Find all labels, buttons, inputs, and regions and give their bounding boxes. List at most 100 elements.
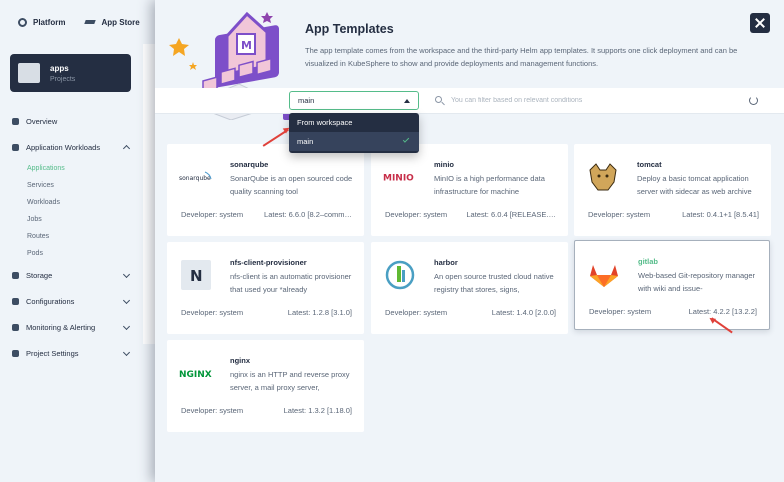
sidebar: apps Projects Overview Application Workl… — [0, 44, 143, 482]
search-box[interactable] — [427, 91, 737, 110]
app-name: sonarqube — [230, 160, 269, 169]
app-store-label: App Store — [101, 17, 140, 27]
check-icon — [402, 136, 410, 143]
dropdown-option-main[interactable]: main — [289, 132, 419, 151]
svg-text:NGINX: NGINX — [179, 370, 212, 380]
app-version: Latest: 0.4.1+1 [8.5.41] — [682, 210, 759, 219]
app-card-tomcat[interactable]: tomcat Deploy a basic tomcat application… — [574, 144, 771, 236]
app-card-nginx[interactable]: NGINX nginx nginx is an HTTP and reverse… — [167, 340, 364, 432]
workloads-icon — [12, 143, 19, 151]
close-button[interactable] — [750, 13, 770, 33]
app-developer: Developer: system — [589, 307, 652, 316]
svg-text:sonarqube: sonarqube — [179, 175, 211, 182]
chevron-down-icon — [122, 348, 131, 357]
workspace-card[interactable]: apps Projects — [10, 54, 131, 92]
gitlab-logo — [587, 257, 621, 291]
app-card-minio[interactable]: MINIO minio MinIO is a high performance … — [371, 144, 568, 236]
sidebar-item-overview[interactable]: Overview — [0, 108, 143, 134]
sidebar-item-application-workloads[interactable]: Application Workloads — [0, 134, 143, 160]
app-card-sonarqube[interactable]: sonarqube sonarqube SonarQube is an open… — [167, 144, 364, 236]
sidebar-subitem-pods[interactable]: Pods — [0, 245, 143, 262]
settings-icon — [12, 349, 19, 357]
svg-text:N: N — [190, 267, 203, 285]
app-description: Web-based Git-repository manager with wi… — [638, 271, 755, 293]
app-name: nfs-client-provisioner — [230, 258, 307, 267]
app-description: nfs-client is an automatic provisioner t… — [230, 272, 352, 294]
sidebar-subitem-services[interactable]: Services — [0, 177, 143, 194]
app-template-grid: sonarqube sonarqube SonarQube is an open… — [155, 114, 784, 482]
app-version: Latest: 1.4.0 [2.0.0] — [491, 308, 556, 317]
panel-title: App Templates — [305, 22, 394, 36]
nfs-logo: N — [179, 258, 213, 292]
app-templates-panel: M App Templates The app template comes f… — [155, 0, 784, 482]
sidebar-item-storage[interactable]: Storage — [0, 262, 143, 288]
refresh-icon[interactable] — [749, 96, 758, 105]
app-description: An open source trusted cloud native regi… — [434, 272, 554, 294]
svg-text:M: M — [241, 39, 252, 52]
sonarqube-logo: sonarqube — [179, 160, 213, 194]
workspace-name: apps — [50, 64, 69, 73]
monitoring-icon — [12, 323, 19, 331]
caret-up-icon — [404, 99, 410, 103]
configurations-icon — [12, 297, 19, 305]
gear-icon — [18, 17, 27, 27]
app-name: minio — [434, 160, 454, 169]
app-description: SonarQube is an open sourced code qualit… — [230, 174, 353, 196]
harbor-logo — [383, 258, 417, 292]
search-icon — [435, 96, 442, 103]
repository-select-value: main — [298, 96, 315, 105]
sidebar-item-monitoring[interactable]: Monitoring & Alerting — [0, 314, 143, 340]
sidebar-item-label: Overview — [26, 116, 58, 126]
platform-label: Platform — [33, 17, 66, 27]
workspace-icon — [18, 63, 40, 83]
app-version: Latest: 4.2.2 [13.2.2] — [688, 307, 757, 316]
app-developer: Developer: system — [385, 308, 448, 317]
app-developer: Developer: system — [181, 210, 244, 219]
search-input[interactable] — [451, 93, 731, 108]
dropdown-option-label: main — [297, 137, 314, 146]
app-name: tomcat — [637, 160, 662, 169]
app-developer: Developer: system — [385, 210, 448, 219]
svg-text:MINIO: MINIO — [383, 174, 414, 184]
app-name: harbor — [434, 258, 458, 267]
dropdown-option-from-workspace[interactable]: From workspace — [289, 113, 419, 132]
sidebar-menu: Overview Application Workloads Applicati… — [0, 108, 143, 366]
app-description: nginx is an HTTP and reverse proxy serve… — [230, 370, 350, 392]
nginx-logo: NGINX — [179, 356, 213, 390]
app-name: gitlab — [638, 257, 658, 266]
app-version: Latest: 1.3.2 [1.18.0] — [283, 406, 352, 415]
app-version: Latest: 6.0.4 [RELEASE.… — [466, 210, 556, 219]
sidebar-item-label: Application Workloads — [26, 142, 101, 152]
minio-logo: MINIO — [383, 160, 417, 194]
storage-icon — [12, 271, 19, 279]
sidebar-subitem-jobs[interactable]: Jobs — [0, 211, 143, 228]
repository-select[interactable]: main — [289, 91, 419, 110]
sidebar-subitem-applications[interactable]: Applications — [0, 160, 143, 177]
app-name: nginx — [230, 356, 250, 365]
app-store-nav[interactable]: App Store — [85, 18, 139, 27]
app-card-gitlab[interactable]: gitlab Web-based Git-repository manager … — [574, 240, 770, 330]
app-developer: Developer: system — [588, 210, 651, 219]
sidebar-subitem-routes[interactable]: Routes — [0, 228, 143, 245]
sidebar-item-label: Configurations — [26, 296, 75, 306]
chevron-down-icon — [122, 270, 131, 279]
sidebar-subitem-workloads[interactable]: Workloads — [0, 194, 143, 211]
app-store-icon — [85, 18, 95, 26]
sidebar-item-project-settings[interactable]: Project Settings — [0, 340, 143, 366]
repository-dropdown: From workspace main — [289, 113, 419, 153]
tomcat-logo — [586, 160, 620, 194]
sidebar-item-configurations[interactable]: Configurations — [0, 288, 143, 314]
app-description: MinIO is a high performance data infrast… — [434, 174, 545, 196]
app-version: Latest: 1.2.8 [3.1.0] — [287, 308, 352, 317]
sidebar-item-label: Monitoring & Alerting — [26, 322, 96, 332]
platform-nav[interactable]: Platform — [18, 17, 66, 27]
app-developer: Developer: system — [181, 406, 244, 415]
filter-bar: main — [155, 88, 784, 114]
panel-description: The app template comes from the workspac… — [305, 46, 738, 68]
chevron-down-icon — [122, 296, 131, 305]
app-card-harbor[interactable]: harbor An open source trusted cloud nati… — [371, 242, 568, 334]
app-version: Latest: 6.6.0 [8.2–comm… — [264, 210, 352, 219]
chevron-up-icon — [122, 144, 131, 153]
panel-header: M App Templates The app template comes f… — [155, 0, 784, 120]
app-card-nfs-client-provisioner[interactable]: N nfs-client-provisioner nfs-client is a… — [167, 242, 364, 334]
